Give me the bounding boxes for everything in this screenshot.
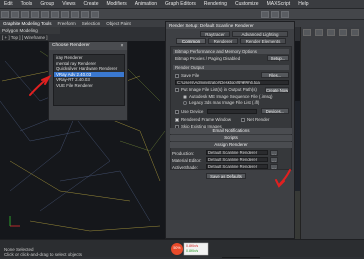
prompt-hint: Click or click-and-drag to select object… [4,252,83,257]
upload-speed: 0.8Kb/s [186,244,199,248]
percent-badge: 50% [173,246,181,250]
network-speed-widget: 50% 0.8Kb/s 0.8Kb/s [170,239,210,257]
annotation-arrows [29,74,291,188]
left-red-arrow [29,77,49,96]
right-red-arrow [279,169,291,185]
download-speed: 0.8Kb/s [186,249,199,253]
